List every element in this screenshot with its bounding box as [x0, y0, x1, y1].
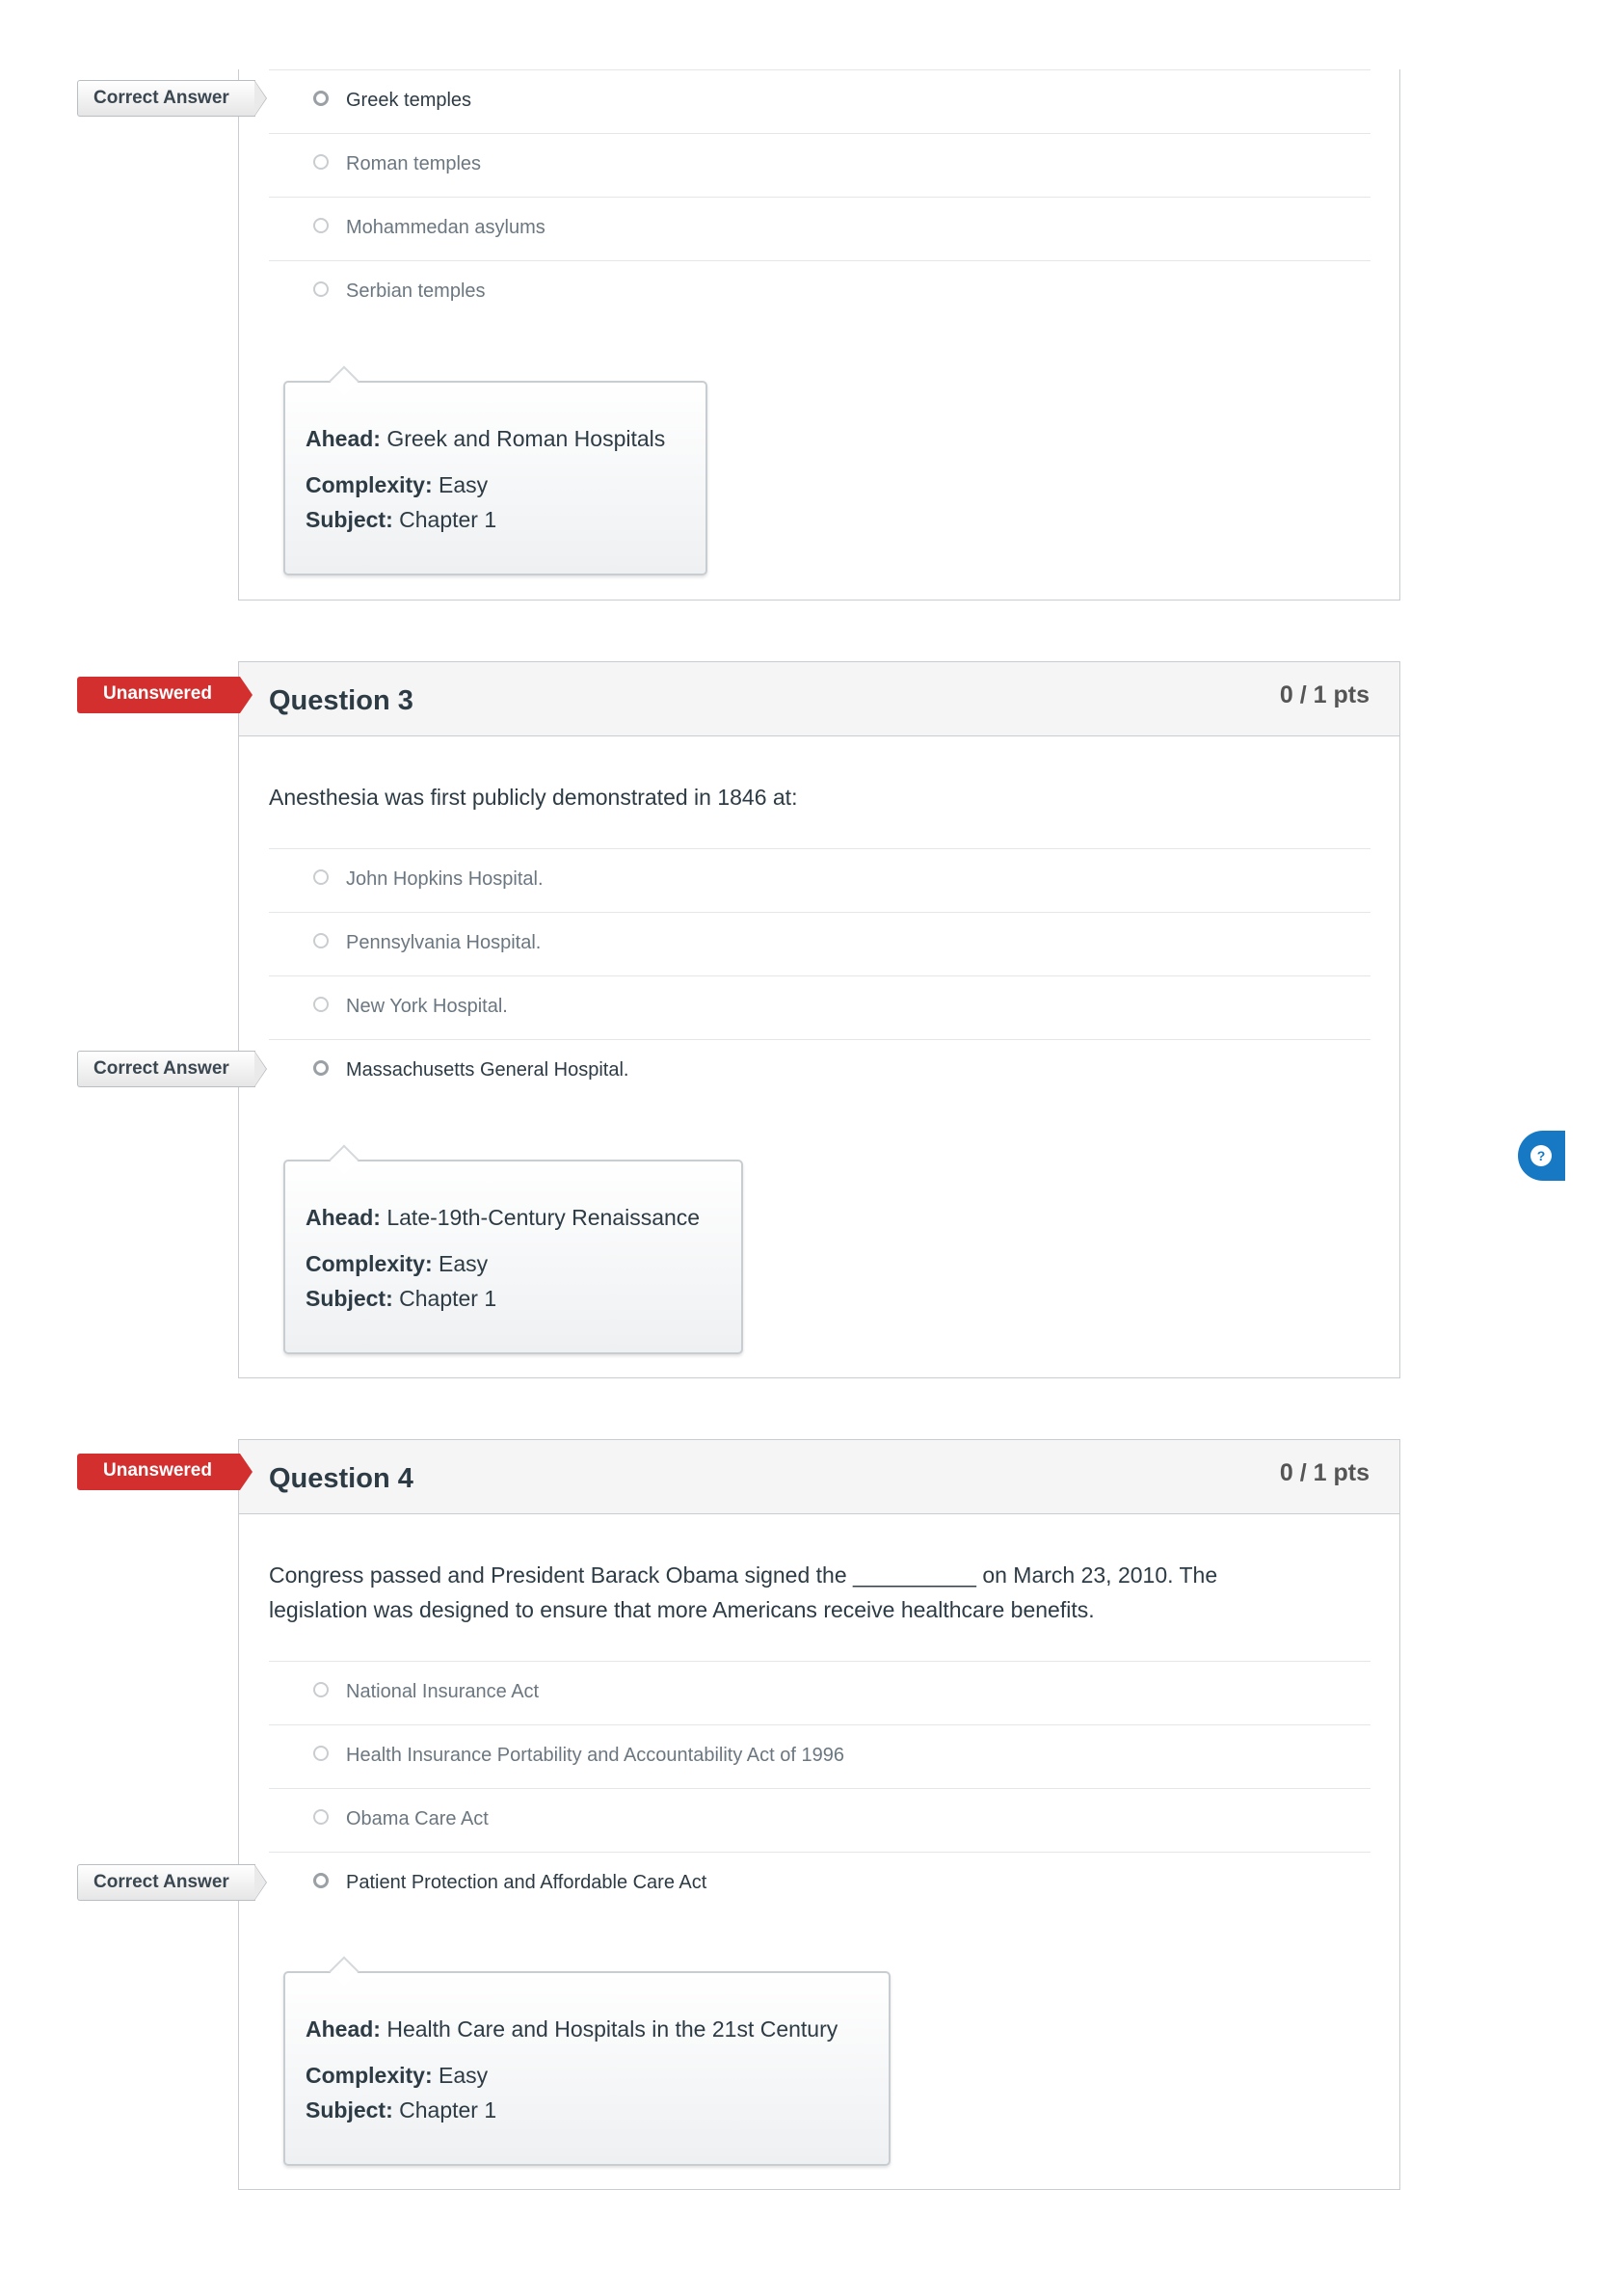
answer-option[interactable]: Mohammedan asylums — [269, 197, 1370, 260]
answer-text: Obama Care Act — [346, 1808, 489, 1829]
question-card-2: Greek temples Roman temples Mohammedan a… — [238, 69, 1400, 601]
answer-option[interactable]: New York Hospital. — [269, 975, 1370, 1039]
answer-option[interactable]: Serbian temples — [269, 260, 1370, 324]
answer-option[interactable]: Massachusetts General Hospital. — [269, 1039, 1370, 1103]
question-header: Question 3 0 / 1 pts — [239, 662, 1399, 736]
radio-button[interactable] — [313, 1682, 329, 1697]
answer-option[interactable]: John Hopkins Hospital. — [269, 848, 1370, 912]
question-card-3: Question 3 0 / 1 pts Anesthesia was firs… — [238, 661, 1400, 1378]
meta-subject: Subject: Chapter 1 — [306, 507, 497, 532]
answer-option[interactable]: Obama Care Act — [269, 1788, 1370, 1852]
question-meta-box: Ahead: Health Care and Hospitals in the … — [283, 1956, 891, 2166]
radio-button[interactable] — [313, 1873, 329, 1888]
meta-complexity: Complexity: Easy — [306, 1251, 489, 1276]
question-meta-box: Ahead: Late-19th-Century Renaissance Com… — [283, 1144, 743, 1354]
question-text: Anesthesia was first publicly demonstrat… — [269, 785, 798, 810]
question-text-line: Congress passed and President Barack Oba… — [269, 1562, 1218, 1588]
answer-text: Massachusetts General Hospital. — [346, 1059, 629, 1081]
answer-text: Greek temples — [346, 90, 472, 111]
radio-button[interactable] — [313, 91, 329, 106]
answer-text: New York Hospital. — [346, 996, 508, 1017]
question-text: Congress passed and President Barack Oba… — [269, 1558, 1348, 1627]
meta-subject: Subject: Chapter 1 — [306, 2097, 497, 2122]
radio-button[interactable] — [313, 1060, 329, 1076]
question-text-line: legislation was designed to ensure that … — [269, 1597, 1095, 1622]
meta-ahead: Ahead: Late-19th-Century Renaissance — [306, 1205, 701, 1230]
help-icon: ? — [1530, 1145, 1552, 1166]
answer-option[interactable]: Roman temples — [269, 133, 1370, 197]
radio-button[interactable] — [313, 154, 329, 170]
answer-text: Pennsylvania Hospital. — [346, 932, 542, 953]
answer-list: Greek temples Roman temples Mohammedan a… — [269, 69, 1370, 324]
answer-text: Serbian temples — [346, 280, 486, 302]
answer-text: Roman temples — [346, 153, 482, 174]
answer-text: Health Insurance Portability and Account… — [346, 1745, 844, 1766]
radio-button[interactable] — [313, 869, 329, 885]
answer-option[interactable]: National Insurance Act — [269, 1661, 1370, 1724]
radio-button[interactable] — [313, 1809, 329, 1825]
meta-subject: Subject: Chapter 1 — [306, 1286, 497, 1311]
answer-text: Patient Protection and Affordable Care A… — [346, 1872, 707, 1893]
question-card-4: Question 4 0 / 1 pts Congress passed and… — [238, 1439, 1400, 2190]
meta-complexity: Complexity: Easy — [306, 2063, 489, 2088]
answer-option[interactable]: Pennsylvania Hospital. — [269, 912, 1370, 975]
answer-option[interactable]: Greek temples — [269, 69, 1370, 133]
answer-text: Mohammedan asylums — [346, 217, 545, 238]
answer-text: John Hopkins Hospital. — [346, 868, 544, 890]
question-title: Question 4 — [269, 1463, 413, 1494]
radio-button[interactable] — [313, 997, 329, 1012]
question-meta-box: Ahead: Greek and Roman Hospitals Complex… — [283, 365, 707, 575]
tooltip-arrow — [329, 1956, 359, 1987]
answer-list: John Hopkins Hospital. Pennsylvania Hosp… — [269, 848, 1370, 1103]
radio-button[interactable] — [313, 933, 329, 948]
tooltip-arrow — [329, 365, 359, 396]
radio-button[interactable] — [313, 218, 329, 233]
answer-option[interactable]: Health Insurance Portability and Account… — [269, 1724, 1370, 1788]
meta-ahead: Ahead: Health Care and Hospitals in the … — [306, 2016, 838, 2042]
question-points: 0 / 1 pts — [1279, 681, 1370, 708]
question-points: 0 / 1 pts — [1279, 1459, 1370, 1486]
meta-complexity: Complexity: Easy — [306, 472, 489, 497]
radio-button[interactable] — [313, 281, 329, 297]
answer-option[interactable]: Patient Protection and Affordable Care A… — [269, 1852, 1370, 1915]
answer-list: National Insurance Act Health Insurance … — [269, 1661, 1370, 1915]
meta-ahead: Ahead: Greek and Roman Hospitals — [306, 426, 666, 451]
tooltip-arrow — [329, 1144, 359, 1175]
answer-text: National Insurance Act — [346, 1681, 540, 1702]
help-button[interactable]: ? — [1518, 1131, 1565, 1181]
question-title: Question 3 — [269, 685, 413, 716]
radio-button[interactable] — [313, 1746, 329, 1761]
question-header: Question 4 0 / 1 pts — [239, 1440, 1399, 1514]
